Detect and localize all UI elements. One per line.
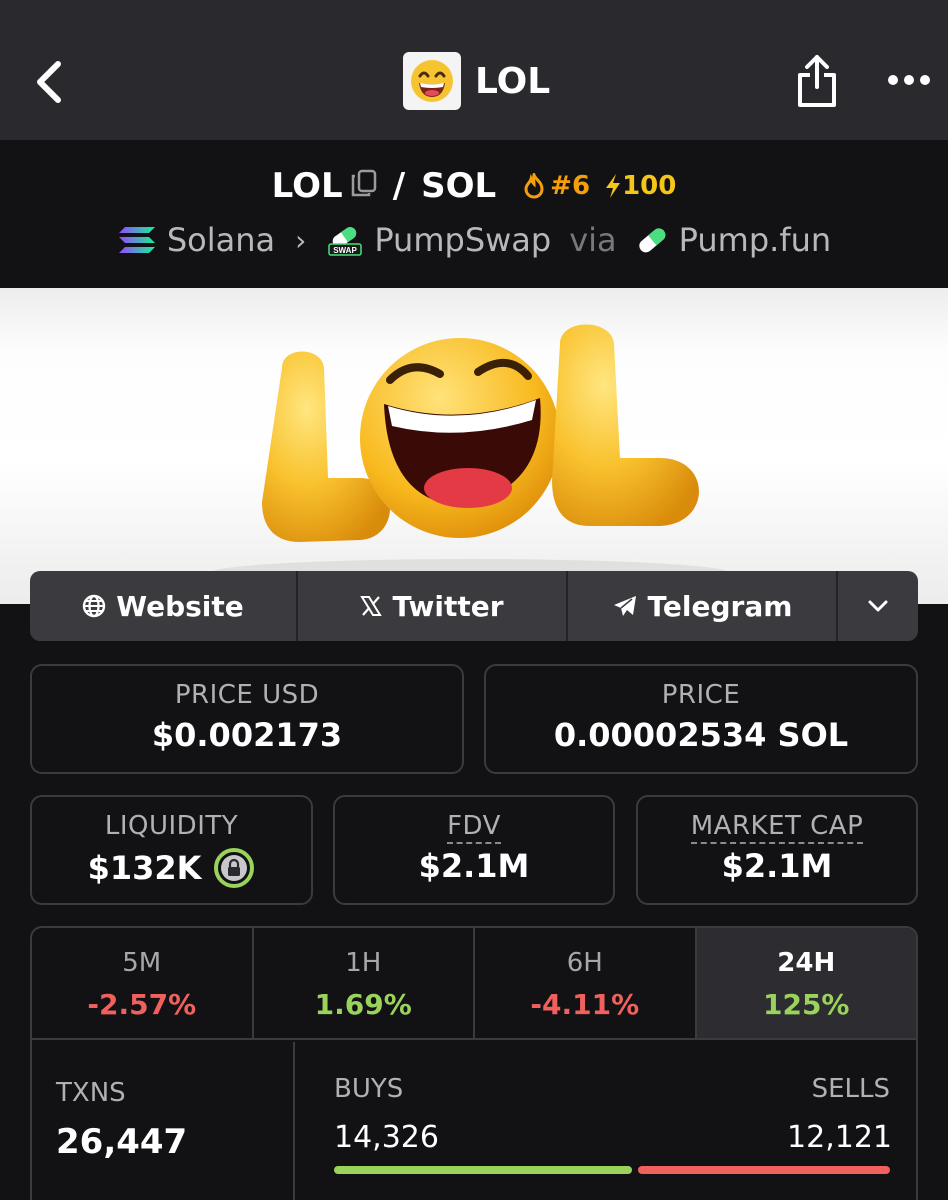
token-logo — [403, 52, 461, 110]
grinning-face-icon — [411, 60, 453, 102]
telegram-icon — [612, 594, 638, 618]
boost-value: 100 — [622, 171, 677, 201]
pair-separator: / — [392, 166, 406, 206]
price-change-value: 125% — [762, 988, 850, 1021]
chevron-left-icon — [37, 61, 61, 103]
globe-icon — [82, 594, 106, 618]
x-logo-icon — [360, 595, 383, 617]
tab-24h[interactable]: 24H 125% — [696, 928, 916, 1038]
pair-info: LOL / SOL #6 100 Solana › SWAP PumpSwap … — [0, 140, 948, 288]
tab-label: 1H — [345, 948, 382, 978]
price-native-card: PRICE 0.00002534 SOL — [484, 664, 918, 774]
sells-bar — [638, 1166, 890, 1174]
fdv-card[interactable]: FDV $2.1M — [333, 795, 615, 905]
price-usd-card: PRICE USD $0.002173 — [30, 664, 464, 774]
header-title: LOL — [403, 52, 550, 110]
twitter-label: Twitter — [392, 589, 504, 623]
website-link[interactable]: Website — [30, 571, 298, 641]
tab-label: 24H — [777, 948, 836, 978]
price-change-value: -2.57% — [87, 988, 197, 1021]
lightning-icon — [606, 174, 621, 198]
fdv-label: FDV — [447, 811, 501, 844]
sells-value: 12,121 — [787, 1120, 892, 1155]
chevron-down-icon — [868, 600, 888, 612]
tab-1h[interactable]: 1H 1.69% — [254, 928, 475, 1038]
tab-6h[interactable]: 6H -4.11% — [475, 928, 697, 1038]
launchpad-link[interactable]: Pump.fun — [679, 221, 832, 259]
buys-label: BUYS — [334, 1074, 404, 1104]
svg-text:SWAP: SWAP — [334, 246, 358, 255]
txns-label: TXNS — [56, 1078, 126, 1108]
buy-sell-ratio-bar — [334, 1166, 890, 1174]
pair-title: LOL / SOL #6 100 — [0, 166, 948, 206]
more-dots-icon — [888, 75, 930, 85]
website-label: Website — [116, 589, 244, 623]
txns-cell: TXNS 26,447 — [32, 1042, 295, 1200]
market-cap-value: $2.1M — [721, 847, 833, 885]
telegram-link[interactable]: Telegram — [568, 571, 838, 641]
social-links-bar: Website Twitter Telegram — [30, 571, 918, 641]
via-label: via — [569, 221, 617, 259]
copy-address-button[interactable] — [351, 166, 377, 206]
price-change-value: 1.69% — [314, 988, 412, 1021]
token-banner — [0, 288, 948, 604]
price-native-value: 0.00002534 SOL — [553, 716, 849, 754]
chevron-right-icon: › — [295, 223, 307, 257]
rank-value: #6 — [550, 171, 591, 201]
chain-link[interactable]: Solana — [167, 221, 275, 259]
quote-token-symbol: SOL — [421, 166, 497, 206]
back-button[interactable] — [30, 58, 70, 108]
sells-label: SELLS — [811, 1074, 890, 1104]
base-token-symbol: LOL — [271, 166, 343, 206]
fdv-value: $2.1M — [418, 847, 530, 885]
solana-logo-icon — [117, 225, 157, 255]
fire-icon — [524, 173, 544, 199]
page-title: LOL — [475, 60, 551, 102]
lock-icon[interactable] — [213, 847, 255, 889]
tab-5m[interactable]: 5M -2.57% — [32, 928, 254, 1038]
txns-value: 26,447 — [56, 1122, 188, 1162]
liquidity-card: LIQUIDITY $132K — [30, 795, 313, 905]
price-native-label: PRICE — [661, 680, 741, 710]
trending-rank[interactable]: #6 100 — [522, 171, 676, 201]
share-button[interactable] — [794, 53, 840, 109]
telegram-label: Telegram — [647, 589, 793, 623]
liquidity-value-row: $132K — [32, 847, 311, 889]
buys-value: 14,326 — [334, 1120, 439, 1155]
boost-badge[interactable]: 100 — [604, 171, 676, 201]
pumpswap-logo-icon: SWAP — [326, 224, 364, 256]
stats-panel: 5M -2.57% 1H 1.69% 6H -4.11% 24H 125% TX… — [30, 926, 918, 1200]
price-change-value: -4.11% — [530, 988, 640, 1021]
more-options-button[interactable] — [886, 70, 932, 90]
share-icon — [798, 55, 836, 107]
more-links-dropdown[interactable] — [838, 571, 918, 641]
dex-link[interactable]: PumpSwap — [374, 221, 551, 259]
timeframe-tabs: 5M -2.57% 1H 1.69% 6H -4.11% 24H 125% — [32, 928, 916, 1040]
pair-route: Solana › SWAP PumpSwap via Pump.fun — [0, 218, 948, 262]
pumpfun-logo-icon — [635, 225, 669, 255]
lol-banner-image — [210, 324, 730, 587]
twitter-link[interactable]: Twitter — [298, 571, 568, 641]
liquidity-value: $132K — [87, 849, 202, 887]
price-usd-value: $0.002173 — [151, 716, 343, 754]
tab-label: 5M — [122, 948, 162, 978]
tab-label: 6H — [566, 948, 603, 978]
market-cap-label: MARKET CAP — [690, 811, 864, 844]
copy-icon — [351, 169, 376, 197]
market-cap-card[interactable]: MARKET CAP $2.1M — [636, 795, 918, 905]
buys-bar — [334, 1166, 632, 1174]
liquidity-label: LIQUIDITY — [104, 811, 239, 841]
app-header: LOL — [0, 0, 948, 140]
price-usd-label: PRICE USD — [174, 680, 320, 710]
